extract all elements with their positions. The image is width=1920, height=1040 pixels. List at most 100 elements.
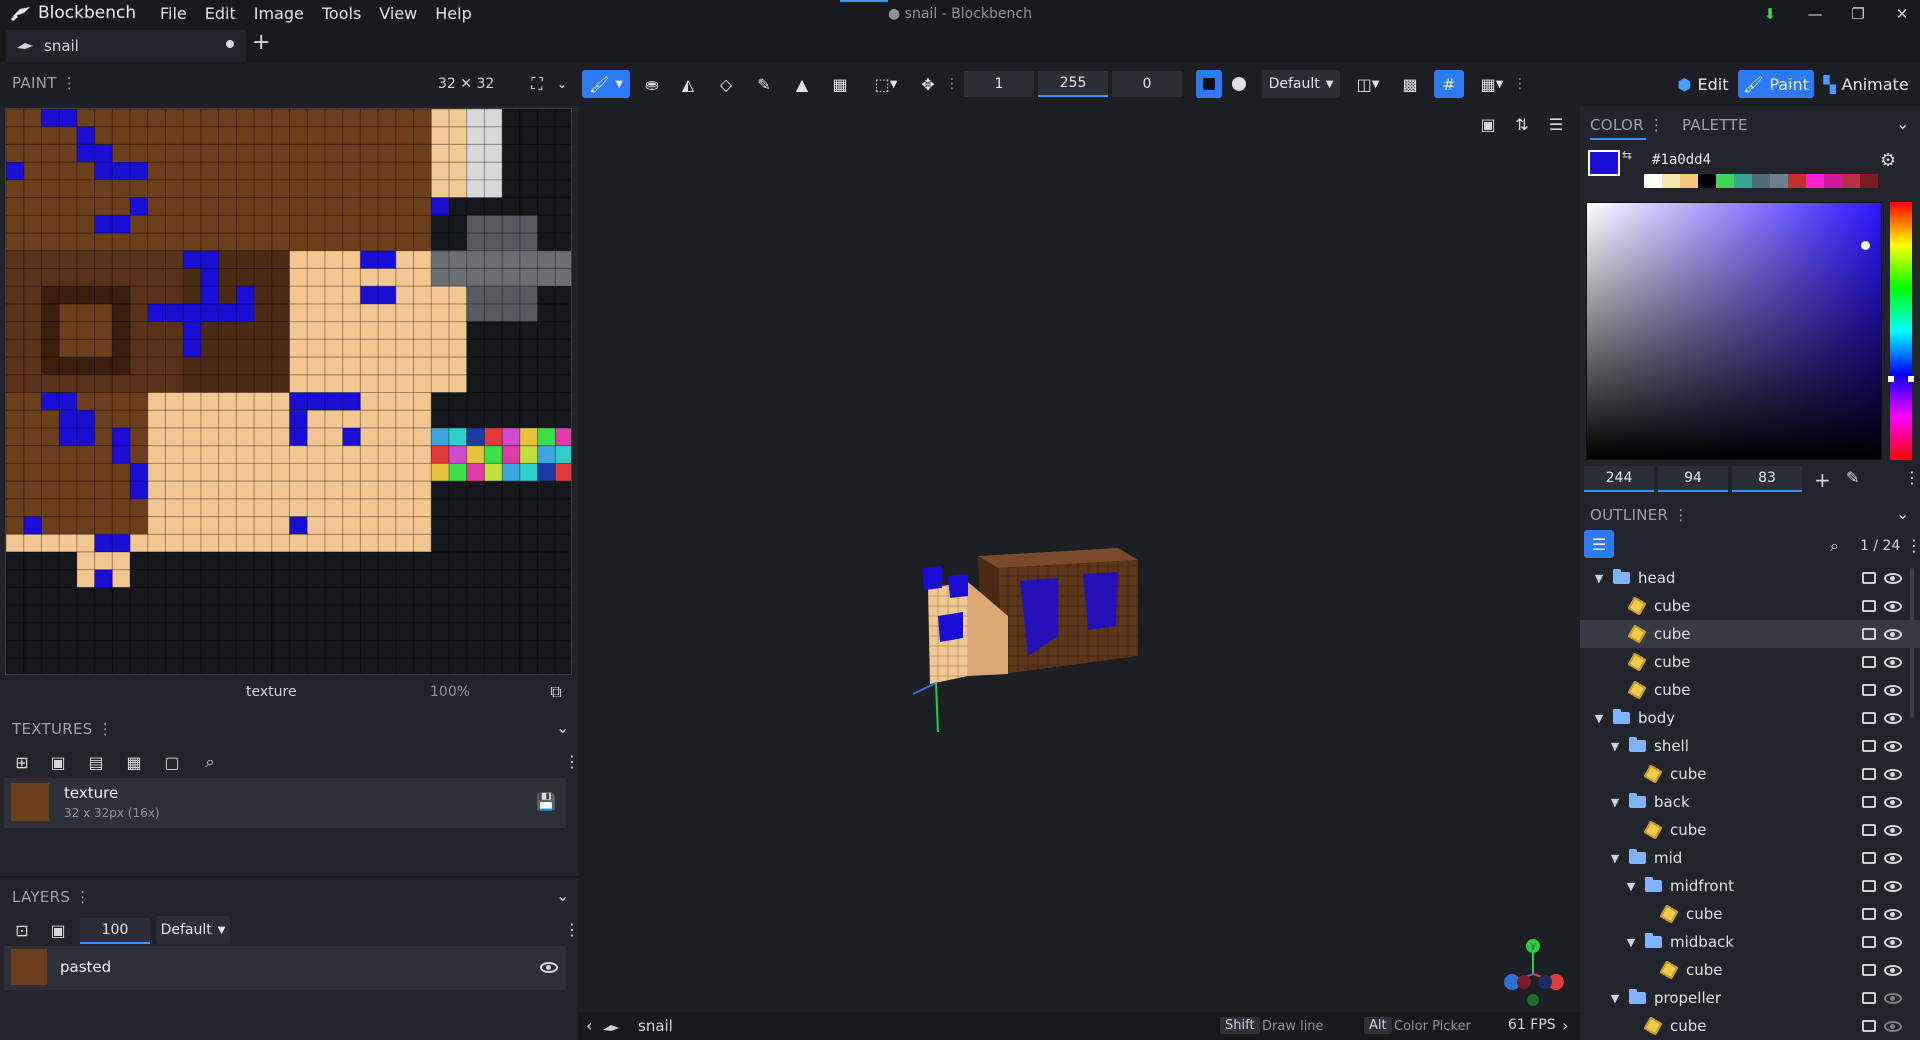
3d-viewport[interactable]: ▣ ⇅ ☰ Y [578, 106, 1580, 1012]
collapse-chevron-icon[interactable]: ⌄ [556, 886, 569, 905]
color-picker-icon[interactable]: ✎ [752, 70, 776, 98]
lock-icon[interactable] [1862, 628, 1876, 640]
palette-swatch[interactable] [1716, 174, 1734, 188]
texture-pixels[interactable] [6, 109, 572, 675]
gizmo-neg-z-handle[interactable] [1538, 975, 1552, 989]
expand-chevron-icon[interactable]: ▼ [1608, 740, 1622, 753]
hue-slider[interactable] [1888, 202, 1914, 460]
lock-icon[interactable] [1862, 824, 1876, 836]
outliner-group-row[interactable]: ▼ back [1580, 788, 1920, 816]
save-texture-icon[interactable]: 💾 [536, 792, 556, 811]
expand-chevron-icon[interactable]: ▼ [1592, 712, 1606, 725]
lock-icon[interactable] [1862, 796, 1876, 808]
lock-icon[interactable] [1862, 908, 1876, 920]
outliner-group-row[interactable]: ▼ body [1580, 704, 1920, 732]
palette-swatch[interactable] [1860, 174, 1878, 188]
palette-swatch[interactable] [1698, 174, 1716, 188]
swap-colors-icon[interactable]: ⇆ [1622, 148, 1632, 162]
snail-model[interactable] [908, 526, 1188, 766]
lock-icon[interactable] [1862, 712, 1876, 724]
minimize-icon[interactable]: — [1803, 4, 1827, 24]
viewport-menu-icon[interactable]: ☰ [1546, 114, 1566, 134]
orientation-gizmo[interactable]: Y [1498, 936, 1568, 1006]
fullscreen-icon[interactable]: ⛶ [525, 70, 549, 98]
lock-icon[interactable] [1862, 768, 1876, 780]
close-icon[interactable]: ✕ [1890, 4, 1914, 24]
stamp-tool-icon[interactable]: ⛂ [640, 70, 664, 98]
collapse-chevron-icon[interactable]: ⌄ [1896, 114, 1909, 133]
lock-icon[interactable] [1862, 656, 1876, 668]
brush-softness-field[interactable]: 0 [1112, 71, 1182, 97]
outliner-cube-row[interactable]: cube [1580, 620, 1920, 648]
outliner-cube-row[interactable]: cube [1580, 648, 1920, 676]
tab-snail[interactable]: snail [6, 30, 246, 62]
lock-icon[interactable] [1862, 936, 1876, 948]
round-brush-button[interactable] [1226, 70, 1252, 98]
search-icon[interactable]: ⌕ [1830, 536, 1839, 556]
palette-swatch[interactable] [1806, 174, 1824, 188]
outliner-group-row[interactable]: ▼ midfront [1580, 872, 1920, 900]
mirror-painting-icon[interactable]: ◫ ▼ [1348, 70, 1388, 98]
search-icon[interactable]: ⌕ [200, 752, 220, 772]
saturation-value-picker[interactable] [1586, 202, 1882, 460]
texture-atlas-icon[interactable]: ▦ [124, 752, 144, 772]
status-prev-icon[interactable]: ‹ [586, 1016, 592, 1035]
import-layer-icon[interactable]: ▣ [48, 920, 68, 940]
status-next-icon[interactable]: › [1562, 1016, 1568, 1035]
eye-icon[interactable] [1884, 684, 1902, 696]
hex-color-value[interactable]: #1a0dd4 [1652, 152, 1711, 168]
texture-folder-icon[interactable]: ▢ [162, 752, 182, 772]
palette-tab[interactable]: PALETTE [1682, 116, 1748, 134]
eye-icon[interactable] [1884, 600, 1902, 612]
eraser-icon[interactable]: ◇ [714, 70, 738, 98]
menu-tools[interactable]: Tools [322, 4, 361, 23]
paint-panel-menu-chevron-icon[interactable]: ⌄ [554, 70, 570, 98]
pixel-grid-toggle[interactable]: # [1434, 70, 1464, 98]
outliner-group-row[interactable]: ▼ midback [1580, 928, 1920, 956]
menu-view[interactable]: View [379, 4, 417, 23]
gradient-tool-icon[interactable]: ▦ [828, 70, 852, 98]
outliner-cube-row[interactable]: cube [1580, 1012, 1920, 1040]
lock-icon[interactable] [1862, 740, 1876, 752]
collapse-chevron-icon[interactable]: ⌄ [1896, 504, 1909, 523]
add-texture-icon[interactable]: ⊞ [12, 752, 32, 772]
outliner-group-row[interactable]: ▼ shell [1580, 732, 1920, 760]
lock-icon[interactable] [1862, 600, 1876, 612]
color-settings-gear-icon[interactable]: ⚙ [1880, 150, 1896, 171]
eye-icon[interactable] [1884, 712, 1902, 724]
copy-canvas-icon[interactable]: ⧉ [546, 682, 566, 702]
texture-list-item[interactable]: texture 32 x 32px (16x) 💾 [4, 778, 566, 828]
eye-icon[interactable] [1884, 656, 1902, 668]
viewport-sort-icon[interactable]: ⇅ [1512, 114, 1532, 134]
lock-icon[interactable] [1862, 964, 1876, 976]
eye-icon[interactable] [1884, 740, 1902, 752]
expand-chevron-icon[interactable]: ▼ [1608, 852, 1622, 865]
hue-slider-handle[interactable] [1888, 376, 1914, 382]
mode-paint-button[interactable]: 🖌 Paint [1738, 70, 1814, 98]
mode-edit-button[interactable]: ⬢ Edit [1672, 70, 1734, 98]
palette-swatch[interactable] [1842, 174, 1860, 188]
collapse-chevron-icon[interactable]: ⌄ [556, 718, 569, 737]
outliner-cube-row[interactable]: cube [1580, 816, 1920, 844]
restore-icon[interactable]: ❐ [1846, 4, 1870, 24]
outliner-cube-row[interactable]: cube [1580, 760, 1920, 788]
picker-cursor[interactable] [1861, 241, 1870, 250]
saturation-field[interactable]: 94 [1658, 466, 1728, 492]
menu-image[interactable]: Image [254, 4, 304, 23]
palette-swatch[interactable] [1752, 174, 1770, 188]
lock-icon[interactable] [1862, 1020, 1876, 1032]
eye-icon[interactable] [1884, 936, 1902, 948]
outliner-toggle-button[interactable]: ☰ [1584, 530, 1614, 558]
palette-swatch[interactable] [1734, 174, 1752, 188]
palette-swatch[interactable] [1824, 174, 1842, 188]
palette-swatch[interactable] [1644, 174, 1662, 188]
gizmo-neg-y-handle[interactable] [1527, 994, 1539, 1006]
eye-hidden-icon[interactable] [1884, 1020, 1902, 1032]
menu-edit[interactable]: Edit [205, 4, 236, 23]
palette-swatch[interactable] [1788, 174, 1806, 188]
blend-mode-select[interactable]: Default ▼ [1262, 70, 1340, 98]
outliner-more-icon[interactable]: ⋮ [1906, 536, 1920, 555]
brush-opacity-field[interactable]: 255 [1038, 71, 1108, 97]
palette-swatch[interactable] [1680, 174, 1698, 188]
eyedropper-icon[interactable]: ✎ [1846, 468, 1859, 487]
